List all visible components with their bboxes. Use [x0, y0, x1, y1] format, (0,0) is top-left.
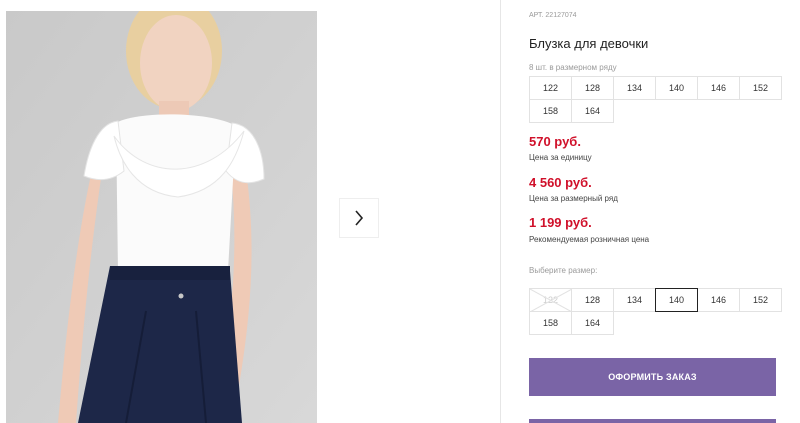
size-option[interactable]: 164	[571, 311, 614, 335]
size-option[interactable]: 152	[739, 288, 782, 312]
place-order-button[interactable]: ОФОРМИТЬ ЗАКАЗ	[529, 358, 776, 396]
pack-size-label: 8 шт. в размерном ряду	[529, 63, 617, 72]
choose-size-label: Выберите размер:	[529, 266, 598, 275]
size-option[interactable]: 128	[571, 288, 614, 312]
size-option[interactable]: 158	[529, 311, 572, 335]
product-photo	[6, 11, 317, 423]
size-selector: 122 128 134 140 146 152 158 164	[529, 288, 782, 335]
pack-size-cell: 134	[613, 76, 656, 100]
retail-price: 1 199 руб.	[529, 215, 592, 230]
pack-size-cell: 152	[739, 76, 782, 100]
pack-size-cell: 146	[697, 76, 740, 100]
pack-price-note: Цена за размерный ряд	[529, 194, 618, 203]
product-title: Блузка для девочки	[529, 36, 649, 51]
gallery-next-button[interactable]	[340, 199, 378, 237]
secondary-button[interactable]	[529, 419, 776, 423]
pack-size-cell: 140	[655, 76, 698, 100]
pack-price: 4 560 руб.	[529, 175, 592, 190]
gallery-divider	[500, 0, 501, 423]
unit-price-note: Цена за единицу	[529, 153, 592, 162]
chevron-right-icon	[355, 210, 364, 226]
product-photo-image	[6, 11, 317, 423]
product-gallery	[0, 0, 501, 423]
pack-size-cell: 122	[529, 76, 572, 100]
product-sku: АРТ. 22127074	[529, 12, 577, 19]
pack-size-cell: 128	[571, 76, 614, 100]
pack-size-cell: 164	[571, 99, 614, 123]
retail-price-note: Рекомендуемая розничная цена	[529, 235, 650, 244]
unavailable-cross-icon	[530, 289, 572, 312]
unit-price: 570 руб.	[529, 134, 581, 149]
size-option-disabled: 122	[529, 288, 572, 312]
pack-size-cell: 158	[529, 99, 572, 123]
size-option-selected[interactable]: 140	[655, 288, 698, 312]
pack-size-grid: 122 128 134 140 146 152 158 164	[529, 76, 782, 123]
size-option[interactable]: 146	[697, 288, 740, 312]
size-option[interactable]: 134	[613, 288, 656, 312]
